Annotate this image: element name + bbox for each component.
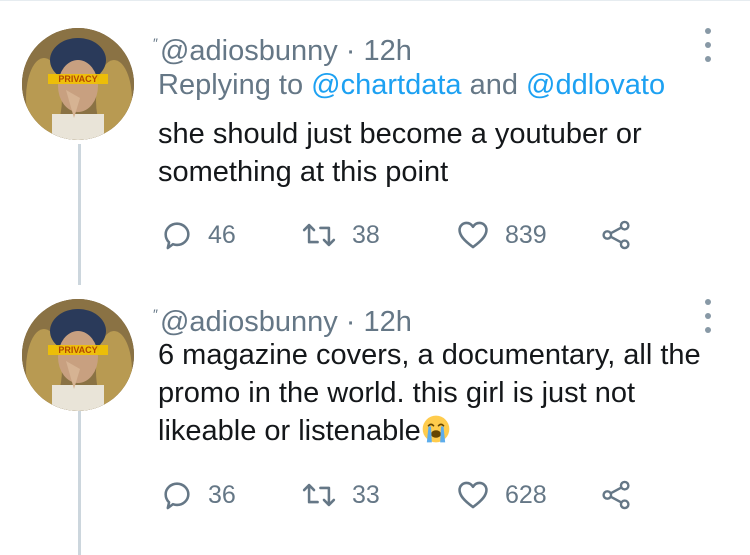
retweet-icon (302, 223, 336, 247)
share-button[interactable] (600, 475, 632, 515)
action-bar: 46 38 839 (160, 215, 680, 255)
reply-button[interactable]: 46 (160, 215, 236, 255)
tweet-text-container: 6 magazine covers, a documentary, all th… (158, 336, 728, 450)
tweet-text: she should just become a youtuber or som… (158, 118, 642, 188)
tweet-header: ″@adiosbunny · 12h (153, 25, 412, 69)
handle-prefix-mark: ″ (153, 306, 158, 322)
loudly-crying-face-icon (422, 415, 450, 443)
action-bar: 36 33 628 (160, 475, 680, 515)
reply-icon (164, 222, 190, 250)
reply-button[interactable]: 36 (160, 475, 236, 515)
thread-line (78, 411, 81, 555)
handle[interactable]: @adiosbunny (160, 35, 338, 67)
thread-line (78, 144, 81, 285)
reply-icon (164, 482, 190, 510)
handle-prefix-mark: ″ (153, 35, 158, 51)
more-icon[interactable] (700, 28, 716, 62)
mention-link[interactable]: @chartdata (311, 69, 461, 101)
share-icon (602, 220, 630, 250)
replying-and: and (461, 69, 527, 101)
like-count: 839 (505, 220, 547, 249)
tweet-header: ″@adiosbunny · 12h (153, 296, 412, 340)
heart-icon (458, 481, 488, 509)
mention-link[interactable]: @ddlovato (526, 69, 665, 101)
retweet-count: 33 (352, 480, 380, 509)
separator: · (337, 306, 364, 338)
like-count: 628 (505, 480, 547, 509)
like-button[interactable]: 628 (455, 475, 547, 515)
reply-count: 36 (208, 480, 236, 509)
more-icon[interactable] (700, 299, 716, 333)
share-icon (602, 480, 630, 510)
avatar[interactable]: PRIVACY (22, 28, 134, 140)
retweet-icon (302, 483, 336, 507)
avatar[interactable]: PRIVACY (22, 299, 134, 411)
separator: · (337, 35, 364, 67)
tweet-card[interactable]: PRIVACY ″@adiosbunny · 12h Replying to @… (0, 0, 750, 285)
share-button[interactable] (600, 215, 632, 255)
retweet-button[interactable]: 33 (300, 475, 380, 515)
like-button[interactable]: 839 (455, 215, 547, 255)
timestamp[interactable]: 12h (364, 306, 412, 338)
tweet-card[interactable]: PRIVACY ″@adiosbunny · 12h 6 magazine co… (0, 285, 750, 555)
retweet-count: 38 (352, 220, 380, 249)
replying-to: Replying to @chartdata and @ddlovato (158, 67, 665, 103)
replying-prefix: Replying to (158, 69, 312, 101)
avatar-privacy-text: PRIVACY (58, 74, 97, 84)
handle[interactable]: @adiosbunny (160, 306, 338, 338)
retweet-button[interactable]: 38 (300, 215, 380, 255)
heart-icon (458, 221, 488, 249)
timestamp[interactable]: 12h (364, 35, 412, 67)
reply-count: 46 (208, 220, 236, 249)
avatar-privacy-text: PRIVACY (58, 345, 97, 355)
